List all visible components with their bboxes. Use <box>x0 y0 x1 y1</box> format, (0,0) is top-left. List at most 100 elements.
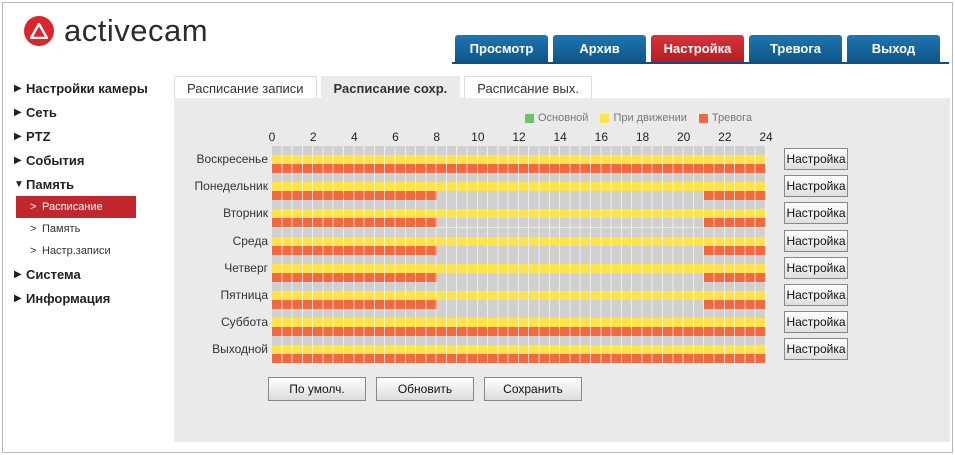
nav-tab[interactable]: Выход <box>847 35 940 62</box>
sidebar-item[interactable]: ▶ Настройки камеры <box>14 76 169 100</box>
triangle-right-icon: ▶ <box>14 154 22 166</box>
schedule-segment <box>704 218 766 227</box>
sidebar-item-label: События <box>26 152 85 168</box>
sidebar-subitem[interactable]: > Память <box>16 218 136 240</box>
sidebar-item-label: Настройки камеры <box>26 80 148 96</box>
sidebar: ▶ Настройки камеры ▶ Сеть ▶ PTZ ▶ События ▼ Памят… <box>14 76 169 310</box>
schedule-segment <box>272 354 766 363</box>
nav-tab[interactable]: Просмотр <box>455 35 548 62</box>
schedule-segment <box>272 345 766 354</box>
schedule-stripe[interactable] <box>272 164 766 173</box>
schedule-segment <box>272 291 766 300</box>
schedule-stripe[interactable] <box>272 264 766 273</box>
hour-tick-label: 18 <box>635 130 650 144</box>
nav-tab[interactable]: Архив <box>553 35 646 62</box>
sidebar-subitem[interactable]: > Расписание <box>16 196 136 218</box>
schedule-stripe[interactable] <box>272 246 766 255</box>
schedule-segment <box>272 237 766 246</box>
schedule-stripe[interactable] <box>272 336 766 345</box>
day-config-button[interactable]: Настройка <box>784 230 848 252</box>
schedule-legend: Основной При движении Тревога <box>525 112 764 124</box>
schedule-stripe[interactable] <box>272 300 766 309</box>
day-config-button[interactable]: Настройка <box>784 284 848 306</box>
nav-tab[interactable]: Тревога <box>749 35 842 62</box>
schedule-stripe[interactable] <box>272 200 766 209</box>
day-config-button[interactable]: Настройка <box>784 202 848 224</box>
schedule-stripe[interactable] <box>272 191 766 200</box>
default-button[interactable]: По умолч. <box>268 377 366 401</box>
schedule-grid-lines <box>272 309 766 318</box>
schedule-stripe[interactable] <box>272 327 766 336</box>
schedule-grid-lines <box>272 336 766 345</box>
hour-tick-label: 12 <box>512 130 526 144</box>
day-label: Четверг <box>224 261 268 275</box>
schedule-stripe[interactable] <box>272 309 766 318</box>
sidebar-item[interactable]: ▶ Сеть <box>14 100 169 124</box>
refresh-button[interactable]: Обновить <box>376 377 474 401</box>
schedule-stripe[interactable] <box>272 318 766 327</box>
subtab[interactable]: Расписание записи <box>174 76 317 99</box>
schedule-row <box>272 282 766 309</box>
day-config-button[interactable]: Настройка <box>784 311 848 333</box>
sidebar-subitem-label: Настр.записи <box>42 245 111 257</box>
nav-tab[interactable]: Настройка <box>651 35 744 62</box>
schedule-stripe[interactable] <box>272 354 766 363</box>
sidebar-item[interactable]: ▶ События <box>14 148 169 172</box>
hour-tick-label: 10 <box>471 130 485 144</box>
day-label: Выходной <box>212 342 268 356</box>
day-label: Понедельник <box>194 179 268 193</box>
schedule-stripe[interactable] <box>272 291 766 300</box>
sidebar-item[interactable]: ▶ Информация <box>14 286 169 310</box>
activecam-logo-icon <box>24 16 54 46</box>
schedule-segment <box>704 273 766 282</box>
subtab[interactable]: Расписание сохр. <box>320 76 461 99</box>
hour-axis: 0 2 4 6 8 10 12 14 16 18 20 22 24 <box>0 130 955 144</box>
day-config-button[interactable]: Настройка <box>784 148 848 170</box>
schedule-segment <box>704 300 766 309</box>
schedule-row <box>272 336 766 363</box>
schedule-stripe[interactable] <box>272 218 766 227</box>
schedule-segment <box>272 273 437 282</box>
sidebar-subitem-label: Расписание <box>42 201 103 213</box>
sidebar-item[interactable]: ▼ Память <box>14 172 169 196</box>
schedule-grid-lines <box>272 228 766 237</box>
schedule-grid-lines <box>272 282 766 291</box>
day-config-button[interactable]: Настройка <box>784 257 848 279</box>
hour-tick-label: 24 <box>759 130 773 144</box>
legend-item: Основной <box>525 112 588 124</box>
schedule-stripe[interactable] <box>272 273 766 282</box>
schedule-stripe[interactable] <box>272 182 766 191</box>
subtab[interactable]: Расписание вых. <box>464 76 592 99</box>
day-label: Воскресенье <box>196 152 268 166</box>
brand-name: activecam <box>64 13 209 48</box>
schedule-stripe[interactable] <box>272 237 766 246</box>
schedule-stripe[interactable] <box>272 228 766 237</box>
schedule-stripe[interactable] <box>272 146 766 155</box>
day-label: Пятница <box>220 288 269 302</box>
schedule-row <box>272 146 766 173</box>
hour-tick-label: 2 <box>309 130 317 144</box>
schedule-row <box>272 173 766 200</box>
schedule-stripe[interactable] <box>272 255 766 264</box>
schedule-stripe[interactable] <box>272 173 766 182</box>
sidebar-item-label: Память <box>26 176 75 192</box>
schedule-stripe[interactable] <box>272 345 766 354</box>
triangle-right-icon: ▶ <box>14 106 22 118</box>
chevron-right-icon: > <box>30 223 37 235</box>
schedule-stripe[interactable] <box>272 155 766 164</box>
save-button[interactable]: Сохранить <box>484 377 582 401</box>
schedule-segment <box>272 155 766 164</box>
schedule-segment <box>272 264 766 273</box>
schedule-segment <box>272 318 766 327</box>
triangle-right-icon: ▶ <box>14 292 22 304</box>
schedule-stripe[interactable] <box>272 282 766 291</box>
day-config-button[interactable]: Настройка <box>784 175 848 197</box>
sidebar-item[interactable]: ▶ Система <box>14 262 169 286</box>
sidebar-subitem[interactable]: > Настр.записи <box>16 240 136 262</box>
day-config-button[interactable]: Настройка <box>784 338 848 360</box>
hour-tick-label: 6 <box>392 130 399 144</box>
schedule-row <box>272 309 766 336</box>
schedule-grid-lines <box>272 173 766 182</box>
schedule-stripe[interactable] <box>272 209 766 218</box>
legend-swatch <box>698 113 708 123</box>
